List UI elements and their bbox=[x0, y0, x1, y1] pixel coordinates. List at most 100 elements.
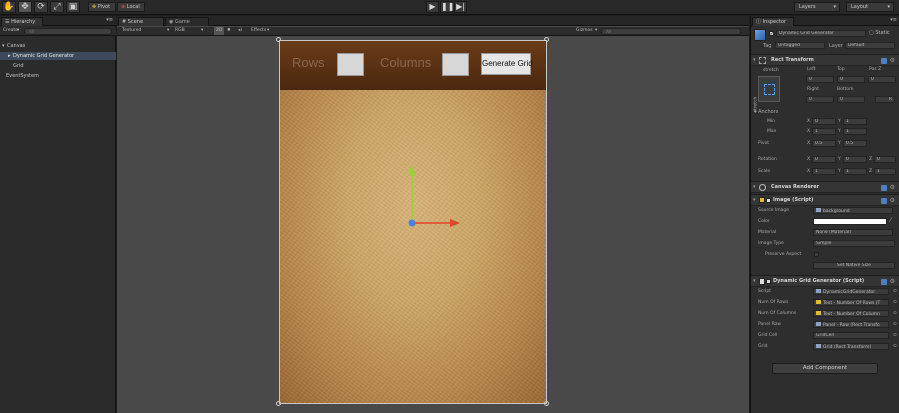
move-gizmo[interactable] bbox=[398, 159, 462, 231]
dgg-enabled-checkbox[interactable] bbox=[766, 279, 771, 284]
anchor-max-x-field[interactable]: 1 bbox=[812, 128, 836, 135]
anchor-max-y-field[interactable]: 1 bbox=[843, 128, 867, 135]
scene-viewport[interactable]: Rows Columns Generate Grid bbox=[117, 36, 749, 413]
rotate-tool-icon[interactable]: ⟳ bbox=[34, 1, 48, 13]
top-field[interactable]: 0 bbox=[837, 76, 865, 83]
scale-tool-icon[interactable]: ⤢ bbox=[50, 1, 64, 13]
panel-row[interactable]: Rows Columns Generate Grid bbox=[280, 41, 546, 90]
rect-handle-br[interactable] bbox=[544, 401, 549, 406]
hierarchy-item-dynamic-grid-generator[interactable]: ▸ Dynamic Grid Generator bbox=[0, 52, 116, 60]
posz-field[interactable]: 0 bbox=[868, 76, 896, 83]
gear-icon[interactable]: ⚙ bbox=[890, 182, 895, 193]
pivot-toggle[interactable]: ✥ Pivot bbox=[88, 2, 116, 12]
rotation-z-field[interactable]: 0 bbox=[874, 156, 896, 163]
anchor-preset-button[interactable] bbox=[758, 76, 780, 102]
object-name-field[interactable]: Dynamic Grid Generator bbox=[776, 30, 866, 37]
effects-dropdown[interactable]: Effects bbox=[251, 27, 266, 35]
layers-dropdown[interactable]: Layers ▾ bbox=[794, 2, 840, 12]
preserve-aspect-checkbox[interactable] bbox=[814, 252, 819, 257]
gear-icon[interactable]: ⚙ bbox=[890, 55, 895, 66]
rows-input[interactable] bbox=[337, 53, 364, 76]
layer-dropdown[interactable]: Default bbox=[845, 42, 895, 49]
raw-edit-button[interactable]: R bbox=[875, 96, 895, 103]
active-checkbox[interactable]: ✔ bbox=[769, 31, 774, 36]
help-book-icon[interactable] bbox=[881, 279, 887, 285]
hierarchy-item-grid[interactable]: Grid bbox=[0, 62, 116, 70]
gizmos-dropdown[interactable]: Gizmos bbox=[576, 27, 593, 35]
object-picker-icon[interactable]: ⊙ bbox=[893, 344, 897, 349]
bottom-field[interactable]: 0 bbox=[837, 96, 865, 103]
help-book-icon[interactable] bbox=[881, 198, 887, 204]
object-picker-icon[interactable]: ⊙ bbox=[893, 322, 897, 327]
tab-scene[interactable]: # Scene bbox=[118, 17, 164, 26]
dgg-component-header[interactable]: ▾ Dynamic Grid Generator (Script) ⚙ bbox=[751, 275, 899, 287]
object-picker-icon[interactable]: ⊙ bbox=[893, 311, 897, 316]
play-button[interactable]: ▶ bbox=[426, 1, 439, 13]
layout-dropdown[interactable]: Layout ▾ bbox=[846, 2, 894, 12]
static-toggle[interactable]: ▢ Static bbox=[869, 30, 890, 36]
hierarchy-item-eventsystem[interactable]: EventSystem bbox=[0, 72, 116, 80]
light-icon[interactable]: ✹ bbox=[227, 27, 231, 35]
scale-y-field[interactable]: 1 bbox=[843, 168, 867, 175]
hand-tool-icon[interactable]: ✋ bbox=[2, 1, 16, 13]
shading-dropdown[interactable]: Textured bbox=[122, 27, 141, 35]
collapse-triangle-icon[interactable]: ▾ bbox=[753, 55, 756, 66]
right-field[interactable]: 0 bbox=[806, 96, 834, 103]
script-field[interactable]: DynamicGridGenerator bbox=[813, 288, 889, 295]
expand-triangle-icon[interactable]: ▸ bbox=[8, 52, 11, 60]
rect-transform-header[interactable]: ▾ Rect Transform ⚙ bbox=[751, 54, 899, 66]
create-dropdown[interactable]: Create bbox=[3, 27, 18, 35]
gizmo-x-arrow[interactable] bbox=[450, 219, 460, 227]
pause-button[interactable]: ❚❚ bbox=[440, 1, 454, 13]
tab-game[interactable]: ◉ Game bbox=[165, 17, 209, 26]
panel-menu-icon[interactable]: ▾≡ bbox=[890, 17, 897, 23]
rotation-y-field[interactable]: 0 bbox=[843, 156, 867, 163]
panel-menu-icon[interactable]: ▾≡ bbox=[106, 17, 113, 23]
collapse-triangle-icon[interactable]: ▾ bbox=[753, 276, 756, 287]
object-picker-icon[interactable]: ⊙ bbox=[893, 289, 897, 294]
left-field[interactable]: 0 bbox=[806, 76, 834, 83]
eyedropper-icon[interactable]: ⁄ bbox=[890, 217, 891, 224]
anchor-min-x-field[interactable]: 0 bbox=[812, 118, 836, 125]
step-button[interactable]: ▶| bbox=[454, 1, 467, 13]
canvas-renderer-header[interactable]: ▾ Canvas Renderer ⚙ bbox=[751, 181, 899, 193]
object-picker-icon[interactable]: ⊙ bbox=[893, 300, 897, 305]
scale-z-field[interactable]: 1 bbox=[874, 168, 896, 175]
rotation-x-field[interactable]: 0 bbox=[812, 156, 836, 163]
hierarchy-search-input[interactable]: All bbox=[24, 28, 112, 35]
rect-handle-bl[interactable] bbox=[276, 401, 281, 406]
local-toggle[interactable]: ⊕ Local bbox=[117, 2, 145, 12]
mode-2d-toggle[interactable]: 2D bbox=[214, 27, 225, 35]
panel-row-field[interactable]: Panel - Row (Rect Transfo bbox=[813, 321, 889, 328]
audio-icon[interactable]: ◂) bbox=[238, 27, 242, 35]
anchor-min-y-field[interactable]: 1 bbox=[843, 118, 867, 125]
num-columns-field[interactable]: Text - Number Of Column bbox=[813, 310, 889, 317]
rect-tool-icon[interactable]: ▣ bbox=[66, 1, 80, 13]
object-picker-icon[interactable]: ⊙ bbox=[893, 333, 897, 338]
columns-input[interactable] bbox=[442, 53, 469, 76]
num-rows-field[interactable]: Text - Number Of Rows (T bbox=[813, 299, 889, 306]
gear-icon[interactable]: ⚙ bbox=[890, 195, 895, 206]
pivot-y-field[interactable]: 0.5 bbox=[843, 140, 867, 147]
source-image-field[interactable]: background bbox=[813, 207, 893, 214]
image-enabled-checkbox[interactable] bbox=[766, 198, 771, 203]
tab-inspector[interactable]: ⓘ Inspector bbox=[752, 17, 794, 26]
gear-icon[interactable]: ⚙ bbox=[890, 276, 895, 287]
help-book-icon[interactable] bbox=[881, 58, 887, 64]
help-book-icon[interactable] bbox=[881, 185, 887, 191]
tab-hierarchy[interactable]: ☰ Hierarchy bbox=[1, 17, 43, 26]
anchors-foldout[interactable]: ▾ Anchors bbox=[754, 109, 778, 115]
grid-field[interactable]: Grid (Rect Transform) bbox=[813, 343, 889, 350]
color-field[interactable] bbox=[813, 218, 887, 225]
canvas-rect[interactable]: Rows Columns Generate Grid bbox=[279, 40, 547, 404]
gizmo-y-arrow[interactable] bbox=[408, 165, 416, 175]
grid-cell-field[interactable]: GridCell bbox=[813, 332, 889, 339]
pivot-x-field[interactable]: 0.5 bbox=[812, 140, 836, 147]
expand-triangle-icon[interactable]: ▾ bbox=[2, 42, 5, 50]
tag-dropdown[interactable]: Untagged bbox=[775, 42, 825, 49]
add-component-button[interactable]: Add Component bbox=[772, 363, 878, 374]
scene-search-input[interactable]: All bbox=[601, 28, 741, 35]
generate-grid-button[interactable]: Generate Grid bbox=[481, 53, 533, 75]
gizmo-center[interactable] bbox=[408, 219, 416, 227]
render-mode-dropdown[interactable]: RGB bbox=[175, 27, 185, 35]
